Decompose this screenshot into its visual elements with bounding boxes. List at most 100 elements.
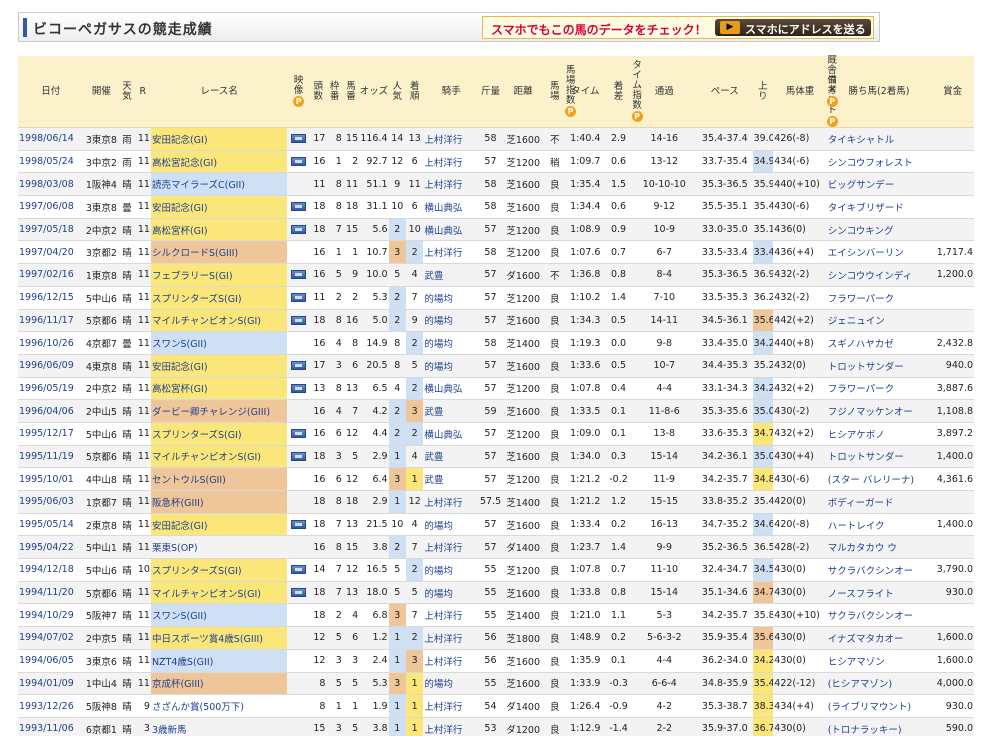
race-date-link[interactable]: 1996/12/15 <box>18 286 84 310</box>
race-name-link[interactable]: 読売マイラーズC(GII) <box>150 172 288 197</box>
video-cell[interactable] <box>287 263 311 287</box>
jockey-link[interactable]: 上村洋行 <box>423 649 480 673</box>
video-icon[interactable] <box>291 202 307 212</box>
video-icon[interactable] <box>291 315 307 325</box>
race-date-link[interactable]: 1997/06/08 <box>18 195 84 219</box>
video-cell[interactable] <box>287 377 311 401</box>
jockey-link[interactable]: 的場均 <box>423 286 480 310</box>
jockey-link[interactable]: 上村洋行 <box>423 694 480 718</box>
race-name-link[interactable]: 安田記念(GI) <box>150 513 288 537</box>
race-date-link[interactable]: 1994/12/18 <box>18 558 84 582</box>
video-cell[interactable] <box>287 354 311 378</box>
race-date-link[interactable]: 1996/06/09 <box>18 354 84 378</box>
jockey-link[interactable]: 的場均 <box>423 354 480 378</box>
winner-link[interactable]: (トロナラッキー) <box>826 717 932 736</box>
jockey-link[interactable]: 的場均 <box>423 513 480 537</box>
video-cell[interactable] <box>287 218 311 242</box>
jockey-link[interactable]: 上村洋行 <box>423 535 480 560</box>
jockey-link[interactable]: 上村洋行 <box>423 717 480 736</box>
jockey-link[interactable]: 横山典弘 <box>423 377 480 401</box>
winner-link[interactable]: イナズマタカオー <box>826 626 932 650</box>
race-name-link[interactable]: スワンS(GII) <box>150 603 288 628</box>
jockey-link[interactable]: 横山典弘 <box>423 195 480 219</box>
send-address-button[interactable]: ▶ スマホにアドレスを送る <box>715 19 871 36</box>
race-date-link[interactable]: 1994/01/09 <box>18 672 84 696</box>
video-icon[interactable] <box>291 565 307 575</box>
race-name-link[interactable]: スプリンターズS(GI) <box>150 558 288 582</box>
race-date-link[interactable]: 1995/12/17 <box>18 422 84 446</box>
video-icon[interactable] <box>291 383 307 393</box>
race-name-link[interactable]: 高松宮記念(GI) <box>150 150 288 174</box>
race-date-link[interactable]: 1993/12/26 <box>18 694 84 718</box>
jockey-link[interactable]: 上村洋行 <box>423 603 480 628</box>
jockey-link[interactable]: 的場均 <box>423 309 480 333</box>
jockey-link[interactable]: 武豊 <box>423 263 480 287</box>
race-date-link[interactable]: 1995/10/01 <box>18 467 84 491</box>
race-date-link[interactable]: 1997/02/16 <box>18 263 84 287</box>
race-name-link[interactable]: ダービー卿チャレンジ(GIII) <box>150 399 288 423</box>
race-name-link[interactable]: 高松宮杯(GI) <box>150 218 288 242</box>
winner-link[interactable]: サクラバクシンオー <box>826 603 932 628</box>
video-icon[interactable] <box>291 157 307 167</box>
race-name-link[interactable]: NZT4歳S(GII) <box>150 649 288 673</box>
race-name-link[interactable]: マイルチャンピオンS(GI) <box>150 309 288 333</box>
race-name-link[interactable]: スプリンターズS(GI) <box>150 422 288 446</box>
winner-link[interactable]: ボディーガード <box>826 490 932 514</box>
winner-link[interactable]: トロットサンダー <box>826 354 932 378</box>
race-name-link[interactable]: セントウルS(GII) <box>150 467 288 491</box>
jockey-link[interactable]: 上村洋行 <box>423 127 480 151</box>
winner-link[interactable]: ビッグサンデー <box>826 172 932 197</box>
race-date-link[interactable]: 1995/05/14 <box>18 513 84 537</box>
race-date-link[interactable]: 1995/04/22 <box>18 535 84 560</box>
video-cell[interactable] <box>287 513 311 537</box>
winner-link[interactable]: (スター バレリーナ) <box>826 467 932 491</box>
race-name-link[interactable]: 京成杯(GIII) <box>150 672 288 696</box>
race-date-link[interactable]: 1998/05/24 <box>18 150 84 174</box>
winner-link[interactable]: ヒシアマゾン <box>826 649 932 673</box>
winner-link[interactable]: シンコウフォレスト <box>826 150 932 174</box>
winner-link[interactable]: ヒシアケボノ <box>826 422 932 446</box>
jockey-link[interactable]: 的場均 <box>423 581 480 605</box>
race-date-link[interactable]: 1996/04/06 <box>18 399 84 423</box>
race-name-link[interactable]: 安田記念(GI) <box>150 354 288 378</box>
winner-link[interactable]: スギノハヤカゼ <box>826 331 932 355</box>
jockey-link[interactable]: 上村洋行 <box>423 150 480 174</box>
race-name-link[interactable]: 3歳新馬 <box>150 717 288 736</box>
race-date-link[interactable]: 1995/11/19 <box>18 445 84 469</box>
race-date-link[interactable]: 1995/06/03 <box>18 490 84 514</box>
race-date-link[interactable]: 1994/07/02 <box>18 626 84 650</box>
winner-link[interactable]: サクラバクシンオー <box>826 558 932 582</box>
winner-link[interactable]: マルカタカウ ウ <box>826 535 932 560</box>
winner-link[interactable]: タイキシャトル <box>826 127 932 151</box>
race-date-link[interactable]: 1998/03/08 <box>18 172 84 197</box>
race-date-link[interactable]: 1997/04/20 <box>18 240 84 265</box>
winner-link[interactable]: シンコウウインディ <box>826 263 932 287</box>
video-cell[interactable] <box>287 422 311 446</box>
jockey-link[interactable]: 武豊 <box>423 399 480 423</box>
race-name-link[interactable]: スワンS(GII) <box>150 331 288 355</box>
jockey-link[interactable]: 横山典弘 <box>423 422 480 446</box>
video-icon[interactable] <box>291 451 307 461</box>
video-cell[interactable] <box>287 558 311 582</box>
video-cell[interactable] <box>287 150 311 174</box>
winner-link[interactable]: シンコウキング <box>826 218 932 242</box>
winner-link[interactable]: ジェニュイン <box>826 309 932 333</box>
video-cell[interactable] <box>287 309 311 333</box>
race-date-link[interactable]: 1996/10/26 <box>18 331 84 355</box>
jockey-link[interactable]: 横山典弘 <box>423 218 480 242</box>
video-icon[interactable] <box>291 293 307 303</box>
jockey-link[interactable]: 上村洋行 <box>423 626 480 650</box>
jockey-link[interactable]: 的場均 <box>423 672 480 696</box>
race-date-link[interactable]: 1994/11/20 <box>18 581 84 605</box>
video-cell[interactable] <box>287 286 311 310</box>
jockey-link[interactable]: 上村洋行 <box>423 490 480 514</box>
race-date-link[interactable]: 1997/05/18 <box>18 218 84 242</box>
video-cell[interactable] <box>287 195 311 219</box>
winner-link[interactable]: フラワーパーク <box>826 286 932 310</box>
jockey-link[interactable]: 武豊 <box>423 445 480 469</box>
race-name-link[interactable]: 阪急杯(GIII) <box>150 490 288 514</box>
video-cell[interactable] <box>287 445 311 469</box>
race-date-link[interactable]: 1998/06/14 <box>18 127 84 151</box>
race-name-link[interactable]: 高松宮杯(GI) <box>150 377 288 401</box>
video-icon[interactable] <box>291 134 307 144</box>
